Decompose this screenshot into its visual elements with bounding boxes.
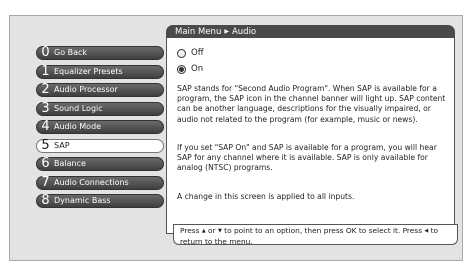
sap-on-description: If you set "SAP On" and SAP is available… [177, 143, 437, 173]
menu-item-label: Equalizer Presets [54, 66, 123, 76]
breadcrumb: Main Menu ▶ Audio [166, 25, 455, 38]
menu-item-dynamic-bass[interactable]: 8 Dynamic Bass [36, 194, 164, 208]
menu-item-number: 5 [41, 137, 50, 153]
breadcrumb-current: Audio [231, 27, 257, 37]
help-bar: Press ▲ or ▼ to point to an option, then… [173, 224, 458, 246]
menu-item-number: 7 [41, 174, 50, 190]
inputs-note: A change in this screen is applied to al… [177, 192, 355, 201]
radio-unselected-icon [177, 48, 186, 58]
menu-item-number: 3 [41, 100, 50, 116]
down-arrow-icon: ▼ [217, 228, 222, 234]
help-text: to point to an option, then press OK to … [224, 226, 423, 235]
menu-item-label: SAP [54, 140, 70, 150]
audio-menu-list: 0 Go Back 1 Equalizer Presets 2 Audio Pr… [36, 46, 164, 213]
option-label: On [191, 64, 204, 74]
menu-item-label: Audio Processor [54, 85, 118, 94]
menu-item-audio-mode[interactable]: 4 Audio Mode [36, 120, 164, 134]
option-label: Off [191, 48, 204, 58]
menu-item-balance[interactable]: 6 Balance [36, 157, 164, 171]
menu-item-number: 2 [41, 82, 50, 97]
menu-item-label: Audio Mode [54, 122, 102, 131]
menu-item-number: 4 [41, 119, 50, 134]
breadcrumb-separator-icon: ▶ [224, 28, 229, 35]
menu-item-label: Dynamic Bass [54, 196, 111, 205]
menu-item-number: 6 [41, 156, 50, 171]
menu-item-sound-logic[interactable]: 3 Sound Logic [36, 100, 164, 116]
menu-item-sap[interactable]: 5 SAP [36, 137, 164, 153]
menu-item-audio-connections[interactable]: 7 Audio Connections [36, 174, 164, 190]
menu-item-go-back[interactable]: 0 Go Back [36, 46, 164, 60]
help-text: Press [180, 226, 200, 235]
breadcrumb-root: Main Menu [175, 27, 222, 37]
left-arrow-icon: ◀ [424, 228, 429, 234]
menu-item-audio-processor[interactable]: 2 Audio Processor [36, 83, 164, 97]
option-on[interactable]: On [177, 64, 203, 74]
up-arrow-icon: ▲ [201, 228, 206, 234]
option-off[interactable]: Off [177, 48, 204, 58]
menu-item-equalizer-presets[interactable]: 1 Equalizer Presets [36, 63, 164, 79]
menu-item-label: Go Back [54, 48, 88, 57]
menu-item-label: Audio Connections [54, 177, 129, 187]
menu-item-label: Sound Logic [54, 103, 103, 113]
tv-menu-screen: Main Menu ▶ Audio 0 Go Back 1 Equalizer Pr… [9, 15, 463, 261]
help-text: or [208, 226, 216, 235]
menu-item-number: 0 [41, 45, 50, 60]
sap-settings-panel: Off On SAP stands for "Second Audio Prog… [166, 38, 455, 234]
radio-selected-icon [177, 64, 186, 74]
menu-item-number: 8 [41, 193, 50, 208]
menu-item-label: Balance [54, 159, 86, 168]
menu-item-number: 1 [41, 63, 50, 79]
sap-description: SAP stands for "Second Audio Program". W… [177, 84, 446, 124]
